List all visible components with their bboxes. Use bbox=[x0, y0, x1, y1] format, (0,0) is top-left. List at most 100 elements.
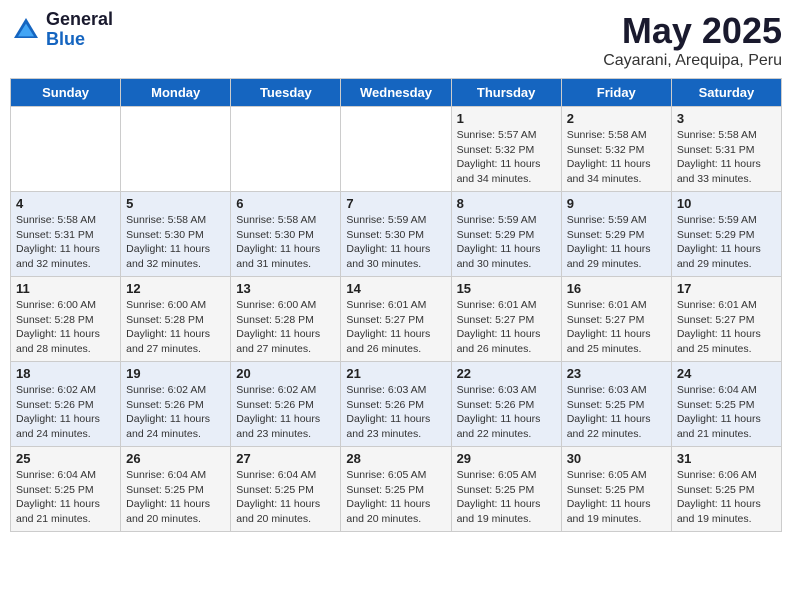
day-info: Sunrise: 6:04 AM Sunset: 5:25 PM Dayligh… bbox=[677, 383, 776, 442]
calendar-cell: 14 Sunrise: 6:01 AM Sunset: 5:27 PM Dayli… bbox=[341, 277, 451, 362]
calendar-cell: 5 Sunrise: 5:58 AM Sunset: 5:30 PM Daylig… bbox=[121, 192, 231, 277]
day-number: 14 bbox=[346, 281, 445, 296]
calendar-cell: 28 Sunrise: 6:05 AM Sunset: 5:25 PM Dayli… bbox=[341, 447, 451, 532]
weekday-header: Sunday bbox=[11, 79, 121, 107]
logo-blue-text: Blue bbox=[46, 30, 113, 50]
day-number: 17 bbox=[677, 281, 776, 296]
calendar-cell: 21 Sunrise: 6:03 AM Sunset: 5:26 PM Dayli… bbox=[341, 362, 451, 447]
day-number: 15 bbox=[457, 281, 556, 296]
calendar-cell: 6 Sunrise: 5:58 AM Sunset: 5:30 PM Daylig… bbox=[231, 192, 341, 277]
location: Cayarani, Arequipa, Peru bbox=[603, 52, 782, 70]
calendar-cell: 10 Sunrise: 5:59 AM Sunset: 5:29 PM Dayli… bbox=[671, 192, 781, 277]
day-number: 23 bbox=[567, 366, 666, 381]
calendar-cell: 23 Sunrise: 6:03 AM Sunset: 5:25 PM Dayli… bbox=[561, 362, 671, 447]
calendar-week-row: 4Sunrise: 5:58 AM Sunset: 5:31 PM Daylig… bbox=[11, 192, 782, 277]
day-info: Sunrise: 6:03 AM Sunset: 5:25 PM Dayligh… bbox=[567, 383, 666, 442]
day-info: Sunrise: 6:06 AM Sunset: 5:25 PM Dayligh… bbox=[677, 468, 776, 527]
day-info: Sunrise: 6:01 AM Sunset: 5:27 PM Dayligh… bbox=[457, 298, 556, 357]
calendar-cell: 16Sunrise: 6:01 AM Sunset: 5:27 PM Dayli… bbox=[561, 277, 671, 362]
calendar-cell: 3 Sunrise: 5:58 AM Sunset: 5:31 PM Daylig… bbox=[671, 107, 781, 192]
day-number: 28 bbox=[346, 451, 445, 466]
calendar-cell: 7Sunrise: 5:59 AM Sunset: 5:30 PM Daylig… bbox=[341, 192, 451, 277]
day-info: Sunrise: 6:01 AM Sunset: 5:27 PM Dayligh… bbox=[677, 298, 776, 357]
day-info: Sunrise: 6:04 AM Sunset: 5:25 PM Dayligh… bbox=[126, 468, 225, 527]
day-info: Sunrise: 6:00 AM Sunset: 5:28 PM Dayligh… bbox=[16, 298, 115, 357]
calendar-cell bbox=[341, 107, 451, 192]
weekday-header: Tuesday bbox=[231, 79, 341, 107]
day-number: 21 bbox=[346, 366, 445, 381]
logo-general-text: General bbox=[46, 10, 113, 30]
calendar-cell: 31 Sunrise: 6:06 AM Sunset: 5:25 PM Dayli… bbox=[671, 447, 781, 532]
page-header: General Blue May 2025 Cayarani, Arequipa… bbox=[10, 10, 782, 70]
calendar-cell: 8 Sunrise: 5:59 AM Sunset: 5:29 PM Daylig… bbox=[451, 192, 561, 277]
day-number: 26 bbox=[126, 451, 225, 466]
day-info: Sunrise: 6:04 AM Sunset: 5:25 PM Dayligh… bbox=[236, 468, 335, 527]
day-info: Sunrise: 5:59 AM Sunset: 5:29 PM Dayligh… bbox=[457, 213, 556, 272]
calendar-cell: 20 Sunrise: 6:02 AM Sunset: 5:26 PM Dayli… bbox=[231, 362, 341, 447]
calendar-cell: 2 Sunrise: 5:58 AM Sunset: 5:32 PM Daylig… bbox=[561, 107, 671, 192]
calendar-week-row: 11Sunrise: 6:00 AM Sunset: 5:28 PM Dayli… bbox=[11, 277, 782, 362]
calendar-cell: 4Sunrise: 5:58 AM Sunset: 5:31 PM Daylig… bbox=[11, 192, 121, 277]
day-number: 6 bbox=[236, 196, 335, 211]
weekday-header: Monday bbox=[121, 79, 231, 107]
calendar-cell: 30Sunrise: 6:05 AM Sunset: 5:25 PM Dayli… bbox=[561, 447, 671, 532]
logo-icon bbox=[10, 14, 42, 46]
weekday-header-row: SundayMondayTuesdayWednesdayThursdayFrid… bbox=[11, 79, 782, 107]
month-title: May 2025 bbox=[603, 10, 782, 52]
logo-text: General Blue bbox=[46, 10, 113, 50]
day-info: Sunrise: 5:58 AM Sunset: 5:30 PM Dayligh… bbox=[126, 213, 225, 272]
day-number: 5 bbox=[126, 196, 225, 211]
day-info: Sunrise: 6:01 AM Sunset: 5:27 PM Dayligh… bbox=[346, 298, 445, 357]
day-info: Sunrise: 5:59 AM Sunset: 5:30 PM Dayligh… bbox=[346, 213, 445, 272]
title-block: May 2025 Cayarani, Arequipa, Peru bbox=[603, 10, 782, 70]
calendar-cell: 19 Sunrise: 6:02 AM Sunset: 5:26 PM Dayli… bbox=[121, 362, 231, 447]
day-info: Sunrise: 6:00 AM Sunset: 5:28 PM Dayligh… bbox=[236, 298, 335, 357]
day-number: 12 bbox=[126, 281, 225, 296]
calendar-cell bbox=[11, 107, 121, 192]
day-info: Sunrise: 6:05 AM Sunset: 5:25 PM Dayligh… bbox=[346, 468, 445, 527]
day-info: Sunrise: 5:58 AM Sunset: 5:30 PM Dayligh… bbox=[236, 213, 335, 272]
calendar-cell: 26 Sunrise: 6:04 AM Sunset: 5:25 PM Dayli… bbox=[121, 447, 231, 532]
day-number: 24 bbox=[677, 366, 776, 381]
day-number: 29 bbox=[457, 451, 556, 466]
day-info: Sunrise: 6:03 AM Sunset: 5:26 PM Dayligh… bbox=[346, 383, 445, 442]
day-info: Sunrise: 6:02 AM Sunset: 5:26 PM Dayligh… bbox=[236, 383, 335, 442]
calendar-cell: 24 Sunrise: 6:04 AM Sunset: 5:25 PM Dayli… bbox=[671, 362, 781, 447]
day-number: 20 bbox=[236, 366, 335, 381]
calendar-cell: 1Sunrise: 5:57 AM Sunset: 5:32 PM Daylig… bbox=[451, 107, 561, 192]
day-info: Sunrise: 6:03 AM Sunset: 5:26 PM Dayligh… bbox=[457, 383, 556, 442]
day-number: 2 bbox=[567, 111, 666, 126]
day-number: 10 bbox=[677, 196, 776, 211]
day-number: 3 bbox=[677, 111, 776, 126]
day-number: 31 bbox=[677, 451, 776, 466]
day-number: 30 bbox=[567, 451, 666, 466]
calendar-cell: 13Sunrise: 6:00 AM Sunset: 5:28 PM Dayli… bbox=[231, 277, 341, 362]
calendar-cell bbox=[121, 107, 231, 192]
day-number: 1 bbox=[457, 111, 556, 126]
day-info: Sunrise: 5:59 AM Sunset: 5:29 PM Dayligh… bbox=[567, 213, 666, 272]
calendar-cell: 22 Sunrise: 6:03 AM Sunset: 5:26 PM Dayli… bbox=[451, 362, 561, 447]
day-number: 22 bbox=[457, 366, 556, 381]
day-info: Sunrise: 5:58 AM Sunset: 5:31 PM Dayligh… bbox=[16, 213, 115, 272]
day-info: Sunrise: 5:59 AM Sunset: 5:29 PM Dayligh… bbox=[677, 213, 776, 272]
day-info: Sunrise: 6:00 AM Sunset: 5:28 PM Dayligh… bbox=[126, 298, 225, 357]
day-info: Sunrise: 6:02 AM Sunset: 5:26 PM Dayligh… bbox=[126, 383, 225, 442]
weekday-header: Saturday bbox=[671, 79, 781, 107]
weekday-header: Thursday bbox=[451, 79, 561, 107]
day-number: 8 bbox=[457, 196, 556, 211]
weekday-header: Friday bbox=[561, 79, 671, 107]
calendar-cell: 27 Sunrise: 6:04 AM Sunset: 5:25 PM Dayli… bbox=[231, 447, 341, 532]
day-number: 19 bbox=[126, 366, 225, 381]
calendar-cell: 25 Sunrise: 6:04 AM Sunset: 5:25 PM Dayli… bbox=[11, 447, 121, 532]
day-info: Sunrise: 5:58 AM Sunset: 5:32 PM Dayligh… bbox=[567, 128, 666, 187]
logo: General Blue bbox=[10, 10, 113, 50]
calendar-week-row: 18Sunrise: 6:02 AM Sunset: 5:26 PM Dayli… bbox=[11, 362, 782, 447]
calendar-week-row: 25 Sunrise: 6:04 AM Sunset: 5:25 PM Dayli… bbox=[11, 447, 782, 532]
calendar-cell: 17 Sunrise: 6:01 AM Sunset: 5:27 PM Dayli… bbox=[671, 277, 781, 362]
day-number: 25 bbox=[16, 451, 115, 466]
day-info: Sunrise: 6:04 AM Sunset: 5:25 PM Dayligh… bbox=[16, 468, 115, 527]
calendar-cell: 11Sunrise: 6:00 AM Sunset: 5:28 PM Dayli… bbox=[11, 277, 121, 362]
calendar-cell: 15 Sunrise: 6:01 AM Sunset: 5:27 PM Dayli… bbox=[451, 277, 561, 362]
day-number: 27 bbox=[236, 451, 335, 466]
day-info: Sunrise: 5:58 AM Sunset: 5:31 PM Dayligh… bbox=[677, 128, 776, 187]
